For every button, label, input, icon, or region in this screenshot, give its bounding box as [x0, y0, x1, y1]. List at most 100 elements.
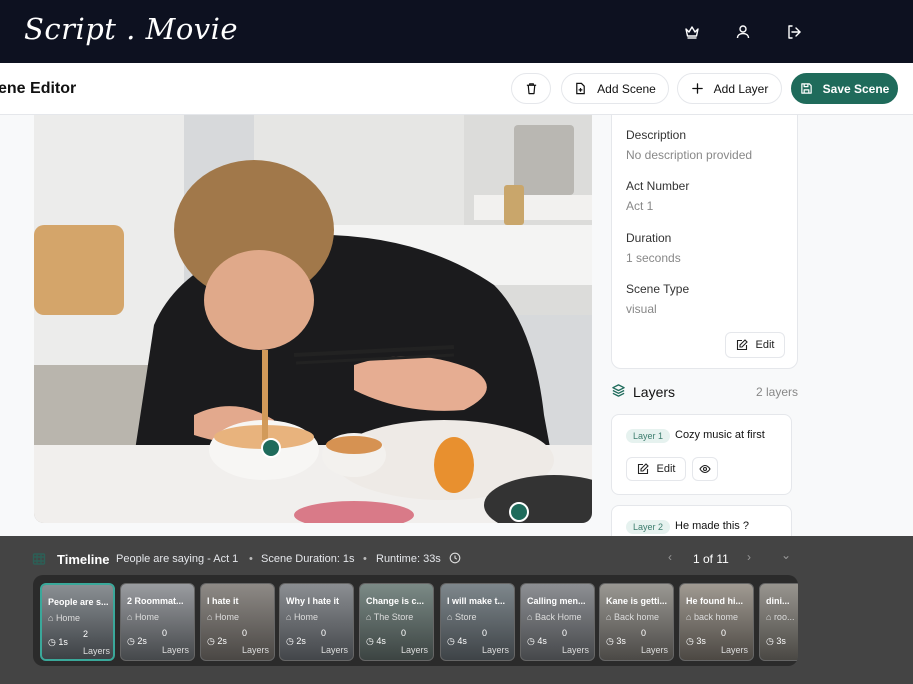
timeline-page-indicator: 1 of 11: [693, 552, 729, 566]
layer-card[interactable]: Layer 2 He made this ?: [611, 505, 792, 536]
add-layer-button[interactable]: Add Layer: [677, 73, 782, 104]
page-title: ene Editor: [0, 80, 77, 97]
layers-icon: [612, 384, 625, 397]
scene-card-duration: ◷ 3s: [686, 636, 706, 646]
edit-layer-button[interactable]: Edit: [626, 457, 686, 481]
layer-card[interactable]: Layer 1 Cozy music at first Edit: [611, 414, 792, 495]
duration-label: Duration: [626, 231, 672, 245]
scene-card-layers-label: Layers: [482, 645, 510, 655]
scene-card-location: ⌂ Back Home: [527, 612, 582, 622]
scene-card-title: I hate it: [207, 596, 239, 606]
scene-card-layer-count: 0: [162, 628, 168, 638]
scene-card-title: Change is c...: [366, 596, 425, 606]
timeline-scene-card[interactable]: I will make t... ⌂ Store ◷ 4s 0 Layers: [440, 583, 515, 661]
layer-marker[interactable]: [509, 502, 529, 522]
scene-card-layer-count: 0: [562, 628, 568, 638]
editor-workspace: Description No description provided Act …: [0, 115, 913, 536]
edit-layer-label: Edit: [656, 463, 676, 475]
runtime: Runtime: 33s: [376, 553, 441, 565]
scene-type-value: visual: [626, 302, 657, 316]
top-nav: Script . Movie: [0, 0, 913, 63]
layer-badge: Layer 1: [626, 429, 671, 443]
eye-icon: [699, 464, 711, 474]
timeline-scene-card[interactable]: dini... ⌂ roo... ◷ 3s: [759, 583, 798, 661]
trash-icon: [526, 83, 536, 95]
timeline-scene-card[interactable]: Calling men... ⌂ Back Home ◷ 4s 0 Layers: [520, 583, 595, 661]
scene-card-location: ⌂ Home: [207, 612, 239, 622]
timeline-panel: Timeline People are saying - Act 1 • Sce…: [0, 536, 913, 684]
scene-card-title: 2 Roommat...: [127, 596, 184, 606]
file-plus-icon: [576, 82, 585, 95]
save-scene-button[interactable]: Save Scene: [791, 73, 898, 104]
separator: •: [249, 553, 253, 565]
timeline-scene-card[interactable]: Change is c... ⌂ The Store ◷ 4s 0 Layers: [359, 583, 434, 661]
plus-icon: [691, 83, 703, 94]
scene-card-layers-label: Layers: [242, 645, 270, 655]
edit-scene-button[interactable]: Edit: [725, 332, 785, 358]
scene-card-location: ⌂ Home: [127, 612, 159, 622]
layers-title: Layers: [633, 384, 676, 400]
scene-card-layer-count: 0: [641, 628, 647, 638]
scene-card-location: ⌂ Home: [286, 612, 318, 622]
scene-card-layers-label: Layers: [641, 645, 669, 655]
layer-name: He made this ?: [675, 520, 749, 532]
timeline-scene-card[interactable]: Why I hate it ⌂ Home ◷ 2s 0 Layers: [279, 583, 354, 661]
scene-duration: Scene Duration: 1s: [261, 553, 355, 565]
scene-card-title: I will make t...: [447, 596, 506, 606]
scene-card-layer-count: 0: [321, 628, 327, 638]
layer-marker[interactable]: [261, 438, 281, 458]
scene-card-duration: ◷ 2s: [127, 636, 147, 646]
scene-card-duration: ◷ 4s: [447, 636, 467, 646]
toggle-visibility-button[interactable]: [692, 457, 718, 481]
add-scene-label: Add Scene: [597, 81, 656, 96]
scene-card-location: ⌂ Home: [48, 613, 80, 623]
add-scene-button[interactable]: Add Scene: [561, 73, 669, 104]
duration-value: 1 seconds: [626, 251, 681, 265]
scene-card-layers-label: Layers: [562, 645, 590, 655]
logout-icon[interactable]: [786, 24, 802, 40]
scene-card-title: dini...: [766, 596, 790, 606]
editor-header: ene Editor Add Scene Add Layer Save Scen…: [0, 63, 913, 115]
scene-card-layer-count: 0: [721, 628, 727, 638]
delete-button[interactable]: [511, 73, 551, 104]
scene-card-layers-label: Layers: [83, 646, 111, 656]
clock-icon: [449, 552, 461, 564]
separator: •: [363, 553, 367, 565]
timeline-scene-card[interactable]: I hate it ⌂ Home ◷ 2s 0 Layers: [200, 583, 275, 661]
scene-preview[interactable]: [34, 115, 592, 523]
crown-icon[interactable]: [684, 24, 700, 40]
timeline-title: Timeline: [57, 552, 110, 567]
description-value: No description provided: [626, 148, 753, 162]
prev-page-button[interactable]: ‹: [668, 550, 672, 564]
scene-card-title: He found hi...: [686, 596, 743, 606]
scene-details-card: Description No description provided Act …: [611, 115, 798, 369]
next-page-button[interactable]: ›: [747, 550, 751, 564]
save-icon: [800, 83, 812, 94]
scene-card-duration: ◷ 1s: [48, 637, 68, 647]
scene-preview-image: [34, 115, 592, 523]
scene-card-location: ⌂ roo...: [766, 612, 795, 622]
scene-card-location: ⌂ The Store: [366, 612, 414, 622]
scene-card-layers-label: Layers: [321, 645, 349, 655]
act-number-label: Act Number: [626, 179, 690, 193]
timeline-scene-card[interactable]: Kane is getti... ⌂ Back home ◷ 3s 0 Laye…: [599, 583, 674, 661]
scene-type-label: Scene Type: [626, 282, 690, 296]
app-logo[interactable]: Script . Movie: [24, 12, 238, 46]
scene-card-layer-count: 0: [242, 628, 248, 638]
edit-scene-label: Edit: [755, 339, 775, 351]
edit-icon: [736, 339, 748, 351]
layer-badge: Layer 2: [626, 520, 671, 534]
scene-card-location: ⌂ Store: [447, 612, 477, 622]
timeline-scene-card[interactable]: He found hi... ⌂ back home ◷ 3s 0 Layers: [679, 583, 754, 661]
scene-card-title: Why I hate it: [286, 596, 340, 606]
timeline-scene-card[interactable]: People are s... ⌂ Home ◷ 1s 2 Layers: [40, 583, 115, 661]
save-scene-label: Save Scene: [822, 81, 890, 96]
scene-card-duration: ◷ 3s: [766, 636, 786, 646]
add-layer-label: Add Layer: [713, 81, 769, 96]
timeline-scene-card[interactable]: 2 Roommat... ⌂ Home ◷ 2s 0 Layers: [120, 583, 195, 661]
layer-name: Cozy music at first: [675, 429, 765, 441]
collapse-timeline-button[interactable]: ⌄: [781, 548, 791, 562]
user-icon[interactable]: [735, 24, 751, 40]
scene-card-title: Kane is getti...: [606, 596, 668, 606]
scene-card-duration: ◷ 4s: [527, 636, 547, 646]
